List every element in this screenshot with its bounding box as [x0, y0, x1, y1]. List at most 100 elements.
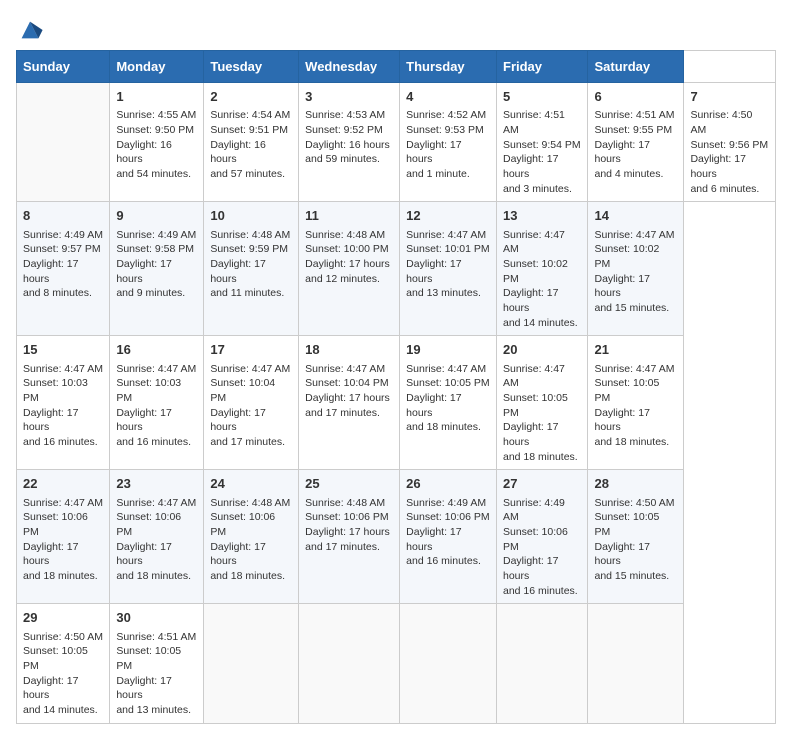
- day-info: and 18 minutes.: [594, 436, 669, 448]
- day-info: Sunrise: 4:47 AM: [210, 363, 290, 375]
- day-info: Sunset: 9:53 PM: [406, 124, 484, 136]
- calendar-cell: 24Sunrise: 4:48 AMSunset: 10:06 PMDaylig…: [204, 470, 299, 604]
- day-number: 30: [116, 609, 197, 627]
- day-info: Sunset: 9:50 PM: [116, 124, 194, 136]
- day-info: Sunrise: 4:49 AM: [406, 497, 486, 509]
- day-info: Sunrise: 4:49 AM: [503, 497, 565, 524]
- day-info: Sunrise: 4:47 AM: [503, 363, 565, 390]
- day-info: Sunset: 10:06 PM: [23, 511, 88, 538]
- day-info: Sunrise: 4:50 AM: [690, 109, 752, 136]
- day-info: Sunrise: 4:55 AM: [116, 109, 196, 121]
- day-number: 25: [305, 475, 393, 493]
- day-info: Daylight: 17 hours: [210, 258, 265, 285]
- calendar-cell: 15Sunrise: 4:47 AMSunset: 10:03 PMDaylig…: [17, 336, 110, 470]
- logo-icon: [16, 16, 44, 44]
- calendar-cell: 30Sunrise: 4:51 AMSunset: 10:05 PMDaylig…: [110, 604, 204, 723]
- day-info: Sunset: 10:04 PM: [305, 377, 388, 389]
- calendar-cell: 14Sunrise: 4:47 AMSunset: 10:02 PMDaylig…: [588, 202, 684, 336]
- day-number: 14: [594, 207, 677, 225]
- day-info: Daylight: 17 hours: [116, 675, 171, 702]
- calendar-cell: 17Sunrise: 4:47 AMSunset: 10:04 PMDaylig…: [204, 336, 299, 470]
- calendar-cell: 5Sunrise: 4:51 AMSunset: 9:54 PMDaylight…: [497, 83, 588, 202]
- calendar-cell: 7Sunrise: 4:50 AMSunset: 9:56 PMDaylight…: [684, 83, 776, 202]
- day-info: Sunset: 10:03 PM: [116, 377, 181, 404]
- day-number: 23: [116, 475, 197, 493]
- calendar-cell: 10Sunrise: 4:48 AMSunset: 9:59 PMDayligh…: [204, 202, 299, 336]
- day-info: and 15 minutes.: [594, 302, 669, 314]
- day-info: Sunset: 10:06 PM: [503, 526, 568, 553]
- col-header-thursday: Thursday: [400, 51, 497, 83]
- day-info: Sunset: 9:56 PM: [690, 139, 768, 151]
- calendar-cell: 28Sunrise: 4:50 AMSunset: 10:05 PMDaylig…: [588, 470, 684, 604]
- day-info: Daylight: 17 hours: [116, 541, 171, 568]
- day-info: Daylight: 17 hours: [210, 407, 265, 434]
- day-info: Sunrise: 4:47 AM: [406, 363, 486, 375]
- calendar-cell: 18Sunrise: 4:47 AMSunset: 10:04 PMDaylig…: [299, 336, 400, 470]
- day-info: and 12 minutes.: [305, 273, 380, 285]
- day-info: Sunrise: 4:47 AM: [23, 363, 103, 375]
- calendar-cell: 2Sunrise: 4:54 AMSunset: 9:51 PMDaylight…: [204, 83, 299, 202]
- day-info: and 16 minutes.: [116, 436, 191, 448]
- calendar-cell: 21Sunrise: 4:47 AMSunset: 10:05 PMDaylig…: [588, 336, 684, 470]
- day-info: and 18 minutes.: [23, 570, 98, 582]
- day-info: Sunset: 9:58 PM: [116, 243, 194, 255]
- day-info: and 13 minutes.: [406, 287, 481, 299]
- day-number: 22: [23, 475, 103, 493]
- day-info: and 9 minutes.: [116, 287, 185, 299]
- calendar-cell: 4Sunrise: 4:52 AMSunset: 9:53 PMDaylight…: [400, 83, 497, 202]
- calendar-cell: 12Sunrise: 4:47 AMSunset: 10:01 PMDaylig…: [400, 202, 497, 336]
- day-info: Sunset: 9:52 PM: [305, 124, 383, 136]
- day-info: Daylight: 17 hours: [406, 392, 461, 419]
- day-info: and 14 minutes.: [23, 704, 98, 716]
- day-info: Sunset: 9:55 PM: [594, 124, 672, 136]
- day-info: Sunrise: 4:50 AM: [23, 631, 103, 643]
- logo: [16, 16, 48, 44]
- day-info: Sunset: 10:05 PM: [594, 377, 659, 404]
- calendar-cell: 26 Sunrise: 4:49 AM Sunset: 10:06 PM Daylig…: [400, 470, 497, 604]
- day-number: 18: [305, 341, 393, 359]
- day-info: Daylight: 17 hours: [406, 258, 461, 285]
- day-number: 15: [23, 341, 103, 359]
- day-info: Daylight: 17 hours: [594, 273, 649, 300]
- day-number: 9: [116, 207, 197, 225]
- calendar-cell: 22Sunrise: 4:47 AMSunset: 10:06 PMDaylig…: [17, 470, 110, 604]
- day-info: and 17 minutes.: [305, 407, 380, 419]
- day-info: and 18 minutes.: [210, 570, 285, 582]
- day-info: Sunset: 9:51 PM: [210, 124, 288, 136]
- day-info: Daylight: 16 hours: [210, 139, 265, 166]
- calendar-cell: 13Sunrise: 4:47 AMSunset: 10:02 PMDaylig…: [497, 202, 588, 336]
- calendar-cell: 6Sunrise: 4:51 AMSunset: 9:55 PMDaylight…: [588, 83, 684, 202]
- day-info: and 17 minutes.: [210, 436, 285, 448]
- day-info: Sunrise: 4:53 AM: [305, 109, 385, 121]
- day-info: Daylight: 17 hours: [116, 258, 171, 285]
- day-info: Daylight: 17 hours: [23, 675, 78, 702]
- day-info: and 6 minutes.: [690, 183, 759, 195]
- col-header-tuesday: Tuesday: [204, 51, 299, 83]
- day-info: Sunset: 10:04 PM: [210, 377, 275, 404]
- day-info: Sunset: 10:02 PM: [503, 258, 568, 285]
- day-number: 7: [690, 88, 769, 106]
- day-info: Daylight: 17 hours: [23, 407, 78, 434]
- day-info: Sunrise: 4:49 AM: [116, 229, 196, 241]
- day-number: 21: [594, 341, 677, 359]
- calendar-cell: 29Sunrise: 4:50 AMSunset: 10:05 PMDaylig…: [17, 604, 110, 723]
- calendar-cell: 8Sunrise: 4:49 AMSunset: 9:57 PMDaylight…: [17, 202, 110, 336]
- day-info: and 54 minutes.: [116, 168, 191, 180]
- day-info: Sunset: 10:05 PM: [406, 377, 489, 389]
- day-number: 1: [116, 88, 197, 106]
- header: [16, 16, 776, 44]
- calendar-cell: [299, 604, 400, 723]
- day-info: Sunset: 10:01 PM: [406, 243, 489, 255]
- day-info: Daylight: 17 hours: [503, 287, 558, 314]
- day-info: Sunset: 10:06 PM: [406, 511, 489, 523]
- day-info: and 18 minutes.: [503, 451, 578, 463]
- day-info: Sunrise: 4:47 AM: [23, 497, 103, 509]
- day-info: and 18 minutes.: [406, 421, 481, 433]
- day-info: Sunrise: 4:48 AM: [305, 229, 385, 241]
- calendar-cell: [400, 604, 497, 723]
- day-info: Sunset: 10:05 PM: [594, 511, 659, 538]
- day-number: 26: [406, 475, 490, 493]
- day-info: Daylight: 17 hours: [406, 526, 461, 553]
- calendar-cell: [17, 83, 110, 202]
- calendar-cell: 19Sunrise: 4:47 AMSunset: 10:05 PMDaylig…: [400, 336, 497, 470]
